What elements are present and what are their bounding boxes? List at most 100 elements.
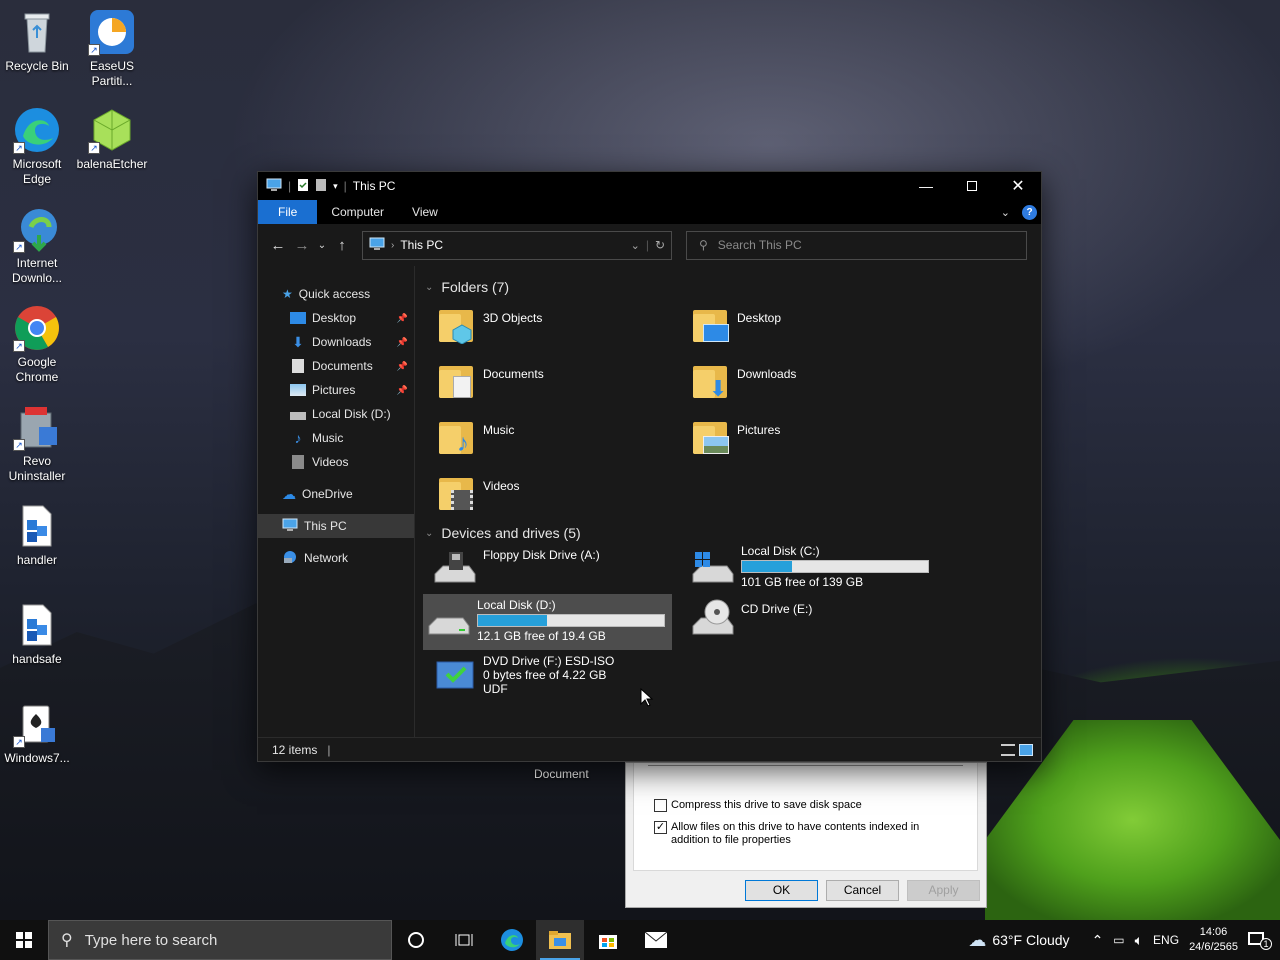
- desktop-icon-label: Microsoft Edge: [12, 157, 62, 186]
- up-button[interactable]: ↑: [330, 237, 354, 254]
- taskbar-search[interactable]: ⚲ Type here to search: [48, 920, 392, 960]
- nav-item-documents[interactable]: Documents 📌: [258, 354, 414, 378]
- folder-desktop[interactable]: Desktop: [687, 300, 941, 356]
- chevron-down-icon: ⌄: [425, 527, 434, 539]
- nav-item-onedrive[interactable]: ☁ OneDrive: [258, 482, 414, 506]
- start-button[interactable]: [0, 920, 48, 960]
- desktop-icon-internet-download[interactable]: ↗ Internet Downlo...: [0, 205, 74, 286]
- refresh-icon[interactable]: ↻: [655, 238, 665, 252]
- nav-item-label: Quick access: [298, 287, 371, 301]
- pin-icon[interactable]: 📌: [397, 361, 408, 372]
- shortcut-arrow-icon: ↗: [13, 340, 25, 352]
- recent-locations-button[interactable]: ⌄: [314, 240, 330, 251]
- desktop-behind-label: Document: [534, 767, 589, 781]
- desktop-icon-edge[interactable]: ↗ Microsoft Edge: [0, 106, 74, 187]
- compress-checkbox[interactable]: [654, 799, 667, 812]
- address-dropdown-icon[interactable]: ⌄: [631, 239, 640, 252]
- drive-free-space: 0 bytes free of 4.22 GB: [483, 668, 607, 682]
- details-view-icon[interactable]: [1001, 743, 1015, 756]
- revo-uninstaller-icon: ↗: [13, 403, 61, 451]
- large-icons-view-icon[interactable]: [1019, 743, 1033, 756]
- index-checkbox-row[interactable]: ✓ Allow files on this drive to have cont…: [654, 821, 959, 847]
- maximize-button[interactable]: [949, 172, 995, 200]
- taskbar-search-input[interactable]: Type here to search: [85, 932, 218, 949]
- properties-qat-icon[interactable]: [297, 178, 309, 195]
- close-button[interactable]: ✕: [995, 172, 1041, 200]
- nav-item-pictures[interactable]: Pictures 📌: [258, 378, 414, 402]
- show-hidden-icons-chevron-icon[interactable]: ⌃: [1092, 932, 1104, 949]
- qat-dropdown-icon[interactable]: ▾: [333, 181, 338, 192]
- pin-icon[interactable]: 📌: [397, 313, 408, 324]
- language-indicator[interactable]: ENG: [1153, 933, 1179, 947]
- desktop-icon-windows7[interactable]: ↗ Windows7...: [0, 700, 74, 766]
- minimize-button[interactable]: —: [903, 172, 949, 200]
- system-tray: ☁ 63°F Cloudy ⌃ ▭ 🔈︎ ENG 14:06 24/6/2565…: [968, 920, 1280, 960]
- tab-computer[interactable]: Computer: [317, 200, 398, 224]
- drive-local-c[interactable]: Local Disk (C:) 101 GB free of 139 GB: [687, 544, 941, 594]
- tab-view[interactable]: View: [398, 200, 452, 224]
- nav-item-quick-access[interactable]: ★ Quick access: [258, 282, 414, 306]
- desktop-icon-chrome[interactable]: ↗ Google Chrome: [0, 304, 74, 385]
- tab-file[interactable]: File: [258, 200, 318, 224]
- title-bar[interactable]: | ▾ | This PC — ✕: [258, 172, 1041, 200]
- forward-button[interactable]: →: [290, 237, 314, 254]
- folder-downloads[interactable]: ⬇ Downloads: [687, 356, 941, 412]
- desktop-icon-revo[interactable]: ↗ Revo Uninstaller: [0, 403, 74, 484]
- folder-documents[interactable]: Documents: [433, 356, 687, 412]
- nav-item-videos[interactable]: Videos: [258, 450, 414, 474]
- pin-icon[interactable]: 📌: [397, 337, 408, 348]
- status-bar: 12 items |: [258, 737, 1041, 761]
- handler-file-icon: [13, 502, 61, 550]
- taskbar-file-explorer[interactable]: [536, 920, 584, 960]
- folder-pictures[interactable]: Pictures: [687, 412, 941, 468]
- drive-local-d[interactable]: Local Disk (D:) 12.1 GB free of 19.4 GB: [423, 594, 672, 650]
- weather-widget[interactable]: ☁ 63°F Cloudy: [968, 930, 1069, 951]
- network-tray-icon[interactable]: ▭: [1113, 933, 1124, 947]
- folders-group-header[interactable]: ⌄ Folders (7): [423, 276, 1041, 298]
- cortana-button[interactable]: [392, 920, 440, 960]
- desktop-icon-balenaetcher[interactable]: ↗ balenaEtcher: [75, 106, 149, 172]
- desktop-icon-easeus[interactable]: ↗ EaseUS Partiti...: [75, 8, 149, 89]
- volume-icon[interactable]: 🔈︎: [1135, 932, 1143, 949]
- nav-item-music[interactable]: ♪ Music: [258, 426, 414, 450]
- pin-icon[interactable]: 📌: [397, 385, 408, 396]
- windows-drive-icon: [692, 552, 734, 583]
- apply-button[interactable]: Apply: [907, 880, 980, 901]
- cancel-button[interactable]: Cancel: [826, 880, 899, 901]
- search-input[interactable]: Search This PC: [718, 238, 802, 252]
- desktop-icon-handler[interactable]: handler: [0, 502, 74, 568]
- nav-item-downloads[interactable]: ⬇ Downloads 📌: [258, 330, 414, 354]
- address-bar[interactable]: › This PC ⌄ | ↻: [362, 230, 672, 260]
- nav-item-label: Pictures: [312, 383, 356, 397]
- nav-item-this-pc[interactable]: This PC: [258, 514, 414, 538]
- nav-item-local-disk-d[interactable]: Local Disk (D:): [258, 402, 414, 426]
- ok-button[interactable]: OK: [745, 880, 818, 901]
- divider: [648, 765, 963, 766]
- taskbar-mail[interactable]: [632, 920, 680, 960]
- search-box[interactable]: ⚲ Search This PC: [686, 230, 1027, 260]
- drives-group-header[interactable]: ⌄ Devices and drives (5): [423, 522, 1041, 544]
- network-icon: [282, 550, 298, 567]
- clock[interactable]: 14:06 24/6/2565: [1189, 925, 1238, 955]
- new-folder-qat-icon[interactable]: [315, 178, 327, 195]
- taskbar-store[interactable]: [584, 920, 632, 960]
- help-button[interactable]: ?: [1022, 204, 1037, 220]
- nav-item-desktop[interactable]: Desktop 📌: [258, 306, 414, 330]
- desktop-icon-handsafe[interactable]: handsafe: [0, 601, 74, 667]
- taskbar-edge[interactable]: [488, 920, 536, 960]
- folder-3d-objects[interactable]: 3D Objects: [433, 300, 687, 356]
- drive-cd-e[interactable]: CD Drive (E:): [687, 594, 941, 650]
- back-button[interactable]: ←: [266, 237, 290, 254]
- index-checkbox[interactable]: ✓: [654, 821, 667, 834]
- desktop-icon-recycle-bin[interactable]: Recycle Bin: [0, 8, 74, 74]
- nav-item-network[interactable]: Network: [258, 546, 414, 570]
- drive-floppy-a[interactable]: Floppy Disk Drive (A:): [429, 544, 687, 594]
- folder-music[interactable]: ♪ Music: [433, 412, 687, 468]
- maximize-icon: [967, 181, 977, 191]
- task-view-button[interactable]: [440, 920, 488, 960]
- expand-ribbon-icon[interactable]: ⌄: [1001, 206, 1010, 219]
- compress-checkbox-row[interactable]: Compress this drive to save disk space: [654, 799, 862, 812]
- folder-videos[interactable]: Videos: [433, 468, 687, 524]
- breadcrumb-this-pc[interactable]: This PC: [400, 238, 443, 252]
- action-center-button[interactable]: 1: [1248, 930, 1272, 950]
